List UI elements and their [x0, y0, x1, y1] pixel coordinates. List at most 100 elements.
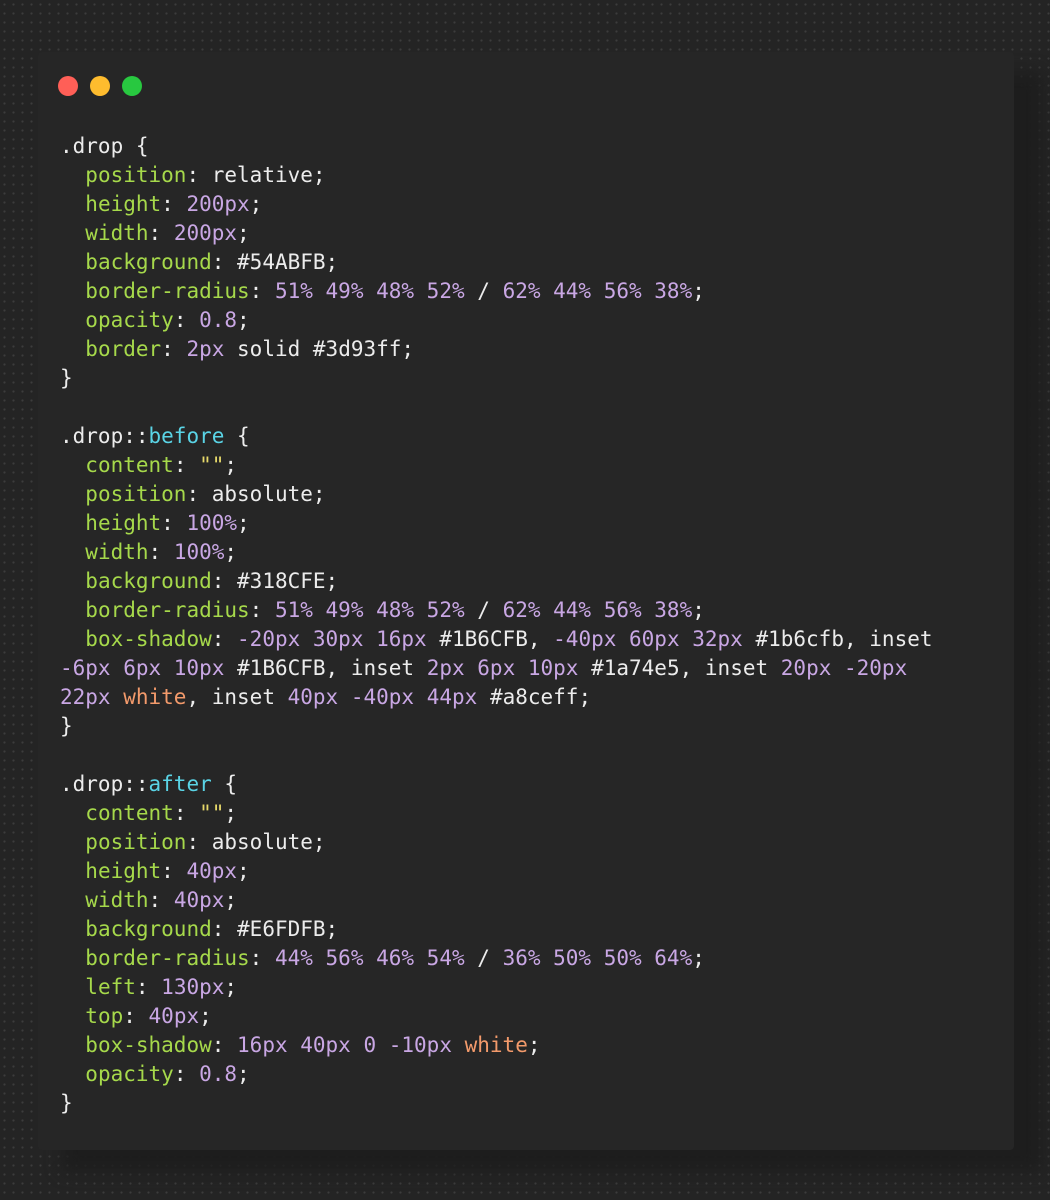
- code-token: 62% 44% 56% 38%: [502, 598, 693, 622]
- code-token: position: [85, 482, 187, 506]
- code-token: {: [123, 134, 149, 158]
- code-token: 20px -20px: [780, 656, 908, 680]
- code-line: }: [60, 712, 933, 741]
- code-token: -40px 60px 32px: [553, 627, 743, 651]
- code-token: ;: [401, 337, 415, 361]
- code-token: 0.8: [199, 308, 238, 332]
- code-token: ;: [312, 830, 326, 854]
- code-token: ,: [843, 627, 870, 651]
- minimize-dot-icon[interactable]: [90, 76, 110, 96]
- code-line: -6px 6px 10px #1B6CFB, inset 2px 6px 10p…: [60, 654, 933, 683]
- code-line: background: #E6FDFB;: [60, 915, 933, 944]
- code-token: .drop::: [60, 424, 149, 448]
- code-token: }: [60, 1091, 73, 1115]
- code-token: 16px 40px 0 -10px: [237, 1033, 452, 1057]
- code-token: :: [161, 337, 187, 361]
- code-token: /: [464, 279, 503, 303]
- code-token: 2px 6px 10px: [426, 656, 579, 680]
- maximize-dot-icon[interactable]: [122, 76, 142, 96]
- code-line: left: 130px;: [60, 973, 933, 1002]
- code-token: 40px: [186, 859, 238, 883]
- code-token: :: [173, 308, 200, 332]
- code-window: .drop { position: relative; height: 200p…: [38, 52, 1014, 1150]
- code-line: position: relative;: [60, 161, 933, 190]
- code-token: :: [211, 917, 238, 941]
- code-token: "": [199, 453, 225, 477]
- code-token: #E6FDFB: [237, 917, 326, 941]
- code-line: height: 100%;: [60, 509, 933, 538]
- code-token: ;: [224, 453, 238, 477]
- window-controls: [58, 76, 142, 96]
- code-token: ;: [692, 946, 705, 970]
- code-token: #1B6CFB: [237, 656, 326, 680]
- code-token: ;: [312, 163, 326, 187]
- code-token: before: [148, 424, 225, 448]
- code-token: ;: [224, 540, 238, 564]
- code-token: left: [85, 975, 136, 999]
- code-token: .drop::: [60, 772, 149, 796]
- code-token: background: [85, 569, 212, 593]
- code-token: #3d93ff: [312, 337, 402, 361]
- code-token: 40px: [148, 1004, 200, 1028]
- code-token: }: [60, 366, 73, 390]
- code-token: :: [211, 627, 238, 651]
- code-token: inset: [869, 627, 933, 651]
- code-token: :: [135, 975, 162, 999]
- code-line: height: 40px;: [60, 857, 933, 886]
- code-token: position: [85, 830, 187, 854]
- code-token: :: [186, 830, 212, 854]
- code-line: border-radius: 51% 49% 48% 52% / 62% 44%…: [60, 596, 933, 625]
- code-token: 44% 56% 46% 54%: [274, 946, 465, 970]
- code-token: :: [186, 482, 212, 506]
- code-token: #318CFE: [237, 569, 326, 593]
- code-token: :: [161, 511, 187, 535]
- code-block: .drop { position: relative; height: 200p…: [60, 132, 933, 1118]
- code-token: width: [85, 888, 149, 912]
- code-token: width: [85, 221, 149, 245]
- code-token: :: [173, 453, 200, 477]
- code-token: content: [85, 453, 174, 477]
- code-token: content: [85, 801, 174, 825]
- code-token: #54ABFB: [237, 250, 326, 274]
- code-token: :: [148, 221, 174, 245]
- code-token: ,: [325, 656, 351, 680]
- code-line: border-radius: 44% 56% 46% 54% / 36% 50%…: [60, 944, 933, 973]
- code-line: .drop {: [60, 132, 933, 161]
- code-token: :: [148, 888, 174, 912]
- code-token: width: [85, 540, 149, 564]
- code-line: border-radius: 51% 49% 48% 52% / 62% 44%…: [60, 277, 933, 306]
- code-line: opacity: 0.8;: [60, 306, 933, 335]
- code-token: :: [186, 163, 212, 187]
- code-token: :: [123, 1004, 149, 1028]
- close-dot-icon[interactable]: [58, 76, 78, 96]
- code-token: /: [464, 598, 503, 622]
- code-line: content: "";: [60, 451, 933, 480]
- code-token: :: [148, 540, 174, 564]
- code-token: ;: [692, 598, 705, 622]
- code-token: after: [148, 772, 212, 796]
- code-token: top: [85, 1004, 124, 1028]
- code-token: {: [211, 772, 238, 796]
- code-token: ;: [199, 1004, 212, 1028]
- code-token: relative: [211, 163, 313, 187]
- code-line: content: "";: [60, 799, 933, 828]
- code-token: ;: [237, 308, 250, 332]
- code-token: ;: [224, 888, 238, 912]
